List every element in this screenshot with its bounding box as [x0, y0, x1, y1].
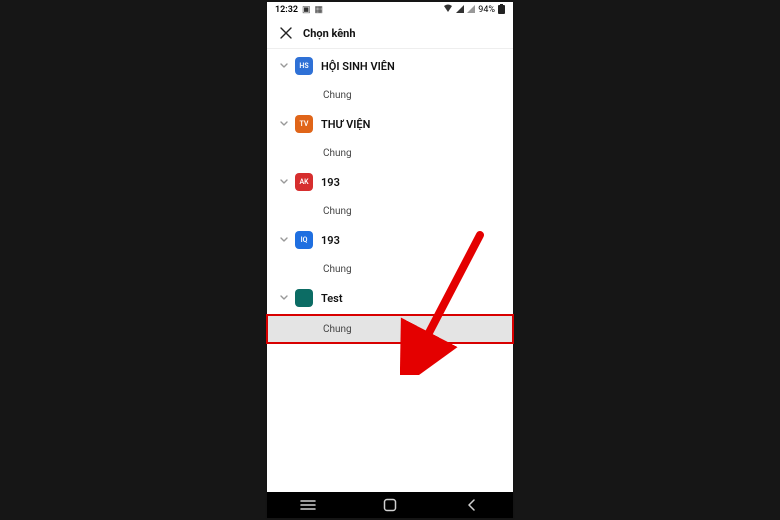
channel-label: Chung [323, 324, 352, 335]
channel-label: Chung [323, 264, 352, 275]
group-row[interactable]: AK 193 [267, 165, 513, 199]
page-title: Chọn kênh [303, 27, 356, 40]
chevron-down-icon [277, 292, 291, 305]
group-avatar: AK [295, 173, 313, 191]
channel-label: Chung [323, 148, 352, 159]
status-time: 12:32 [275, 5, 298, 15]
group-avatar: HS [295, 57, 313, 75]
channel-list: HS HỘI SINH VIÊN Chung TV THƯ VIỆN Chung AK 193… [267, 49, 513, 343]
channel-label: Chung [323, 90, 352, 101]
group-avatar: TV [295, 115, 313, 133]
group-avatar [295, 289, 313, 307]
group-name: 193 [321, 234, 340, 247]
channel-row[interactable]: Chung [267, 199, 513, 223]
close-icon[interactable] [277, 24, 295, 42]
channel-label: Chung [323, 206, 352, 217]
group-name: HỘI SINH VIÊN [321, 60, 395, 73]
back-button[interactable] [452, 499, 492, 511]
group-row[interactable]: Test [267, 281, 513, 315]
home-button[interactable] [370, 498, 410, 512]
group-name: Test [321, 292, 343, 305]
header: Chọn kênh [267, 18, 513, 49]
wifi-icon [443, 4, 453, 16]
group-name: THƯ VIỆN [321, 118, 370, 131]
battery-icon [498, 4, 505, 17]
chevron-down-icon [277, 234, 291, 247]
signal-icon-2 [467, 5, 475, 16]
chevron-down-icon [277, 176, 291, 189]
group-row[interactable]: HS HỘI SINH VIÊN [267, 49, 513, 83]
signal-icon [456, 5, 464, 16]
channel-row[interactable]: Chung [267, 315, 513, 343]
phone-frame: 12:32 ▣ ▦ 94% Chọn kênh HS HỘI SINH VIÊN C… [267, 2, 513, 518]
android-nav-bar [267, 492, 513, 518]
channel-row[interactable]: Chung [267, 141, 513, 165]
chevron-down-icon [277, 118, 291, 131]
group-row[interactable]: IQ 193 [267, 223, 513, 257]
group-row[interactable]: TV THƯ VIỆN [267, 107, 513, 141]
status-bar: 12:32 ▣ ▦ 94% [267, 2, 513, 18]
group-avatar: IQ [295, 231, 313, 249]
status-app-icon-2: ▦ [315, 6, 324, 15]
battery-text: 94% [478, 5, 495, 15]
status-app-icon: ▣ [302, 6, 311, 15]
channel-row[interactable]: Chung [267, 257, 513, 281]
recent-apps-button[interactable] [288, 499, 328, 511]
group-name: 193 [321, 176, 340, 189]
chevron-down-icon [277, 60, 291, 73]
channel-row[interactable]: Chung [267, 83, 513, 107]
